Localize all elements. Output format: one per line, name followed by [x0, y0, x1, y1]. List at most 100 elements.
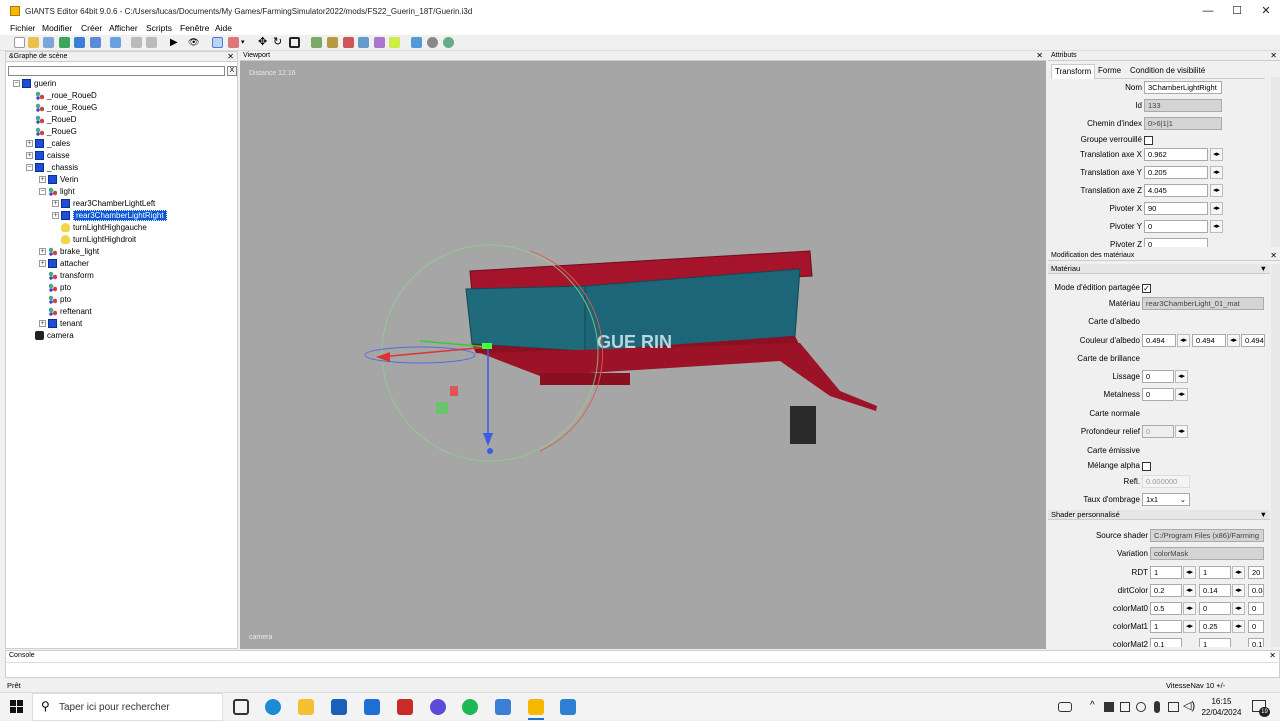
color-mat2-input-2[interactable]: 1 — [1199, 638, 1231, 647]
menu-creer[interactable]: Créer — [81, 23, 102, 33]
albedo-g-input[interactable]: 0.494 — [1192, 334, 1226, 347]
expand-toggle[interactable]: + — [52, 212, 59, 219]
rotate-x-input[interactable]: 90 — [1144, 202, 1208, 215]
foliage-icon[interactable] — [327, 37, 338, 48]
locked-group-checkbox[interactable] — [1144, 136, 1153, 145]
alpha-blend-checkbox[interactable] — [1142, 462, 1151, 471]
translation-y-stepper[interactable]: ◂▸ — [1210, 166, 1223, 179]
mail-icon[interactable] — [364, 699, 380, 715]
task-view-icon[interactable] — [233, 699, 249, 715]
save-icon[interactable] — [74, 37, 85, 48]
materials-scrollbar[interactable] — [1271, 264, 1280, 647]
rdt-stepper-2[interactable]: ◂▸ — [1232, 566, 1245, 579]
translation-z-stepper[interactable]: ◂▸ — [1210, 184, 1223, 197]
rdt-input-3[interactable]: 20 — [1248, 566, 1264, 579]
expand-toggle[interactable]: + — [39, 248, 46, 255]
color-mat0-input-2[interactable]: 0 — [1199, 602, 1231, 615]
menu-aide[interactable]: Aide — [215, 23, 232, 33]
translation-y-input[interactable]: 0.205 — [1144, 166, 1208, 179]
dirt-color-input-1[interactable]: 0.2 — [1150, 584, 1182, 597]
color-mat0-stepper-2[interactable]: ◂▸ — [1232, 602, 1245, 615]
albedo-b-input[interactable]: 0.494 — [1241, 334, 1265, 347]
tree-node[interactable]: tenant — [48, 318, 82, 330]
menu-fenetre[interactable]: Fenêtre — [180, 23, 209, 33]
smoothness-input[interactable]: 0 — [1142, 370, 1174, 383]
console-close-icon[interactable]: ✕ — [1269, 651, 1276, 661]
rotate-x-stepper[interactable]: ◂▸ — [1210, 202, 1223, 215]
filter-clear-button[interactable]: X — [227, 66, 237, 76]
metalness-input[interactable]: 0 — [1142, 388, 1174, 401]
tree-node[interactable]: _cales — [35, 138, 70, 150]
expand-toggle[interactable]: + — [39, 260, 46, 267]
shared-edit-checkbox[interactable]: ✓ — [1142, 284, 1151, 293]
weight-paint-icon[interactable] — [374, 37, 385, 48]
dirt-color-input-2[interactable]: 0.14 — [1199, 584, 1231, 597]
save-as-icon[interactable] — [90, 37, 101, 48]
variation-field[interactable]: colorMask — [1150, 547, 1264, 560]
photos-icon[interactable] — [495, 699, 511, 715]
dirt-color-stepper-1[interactable]: ◂▸ — [1183, 584, 1196, 597]
file-explorer-icon[interactable] — [298, 699, 314, 715]
expand-toggle[interactable]: + — [39, 176, 46, 183]
chevron-up-icon[interactable]: ^ — [1090, 700, 1095, 711]
tree-node[interactable]: _RoueG — [35, 126, 77, 138]
rdt-input-2[interactable]: 1 — [1199, 566, 1231, 579]
tree-node[interactable]: _RoueD — [35, 114, 76, 126]
menu-fichier[interactable]: Fichier — [10, 23, 36, 33]
tree-node[interactable]: light — [48, 186, 75, 198]
open-folder-icon[interactable] — [28, 37, 39, 48]
paint-tool-icon[interactable] — [228, 37, 239, 48]
attributes-close-icon[interactable]: ✕ — [1270, 51, 1277, 61]
eye-icon[interactable]: 👁 — [188, 37, 199, 48]
app-red-icon[interactable] — [397, 699, 413, 715]
expand-toggle[interactable]: + — [52, 200, 59, 207]
tree-node[interactable]: _roue_RoueD — [35, 90, 97, 102]
minimize-button[interactable]: — — [1198, 3, 1218, 19]
dirt-color-input-3[interactable]: 0.08 — [1248, 584, 1264, 597]
menu-scripts[interactable]: Scripts — [146, 23, 172, 33]
onedrive-icon[interactable] — [1136, 702, 1146, 712]
render-icon[interactable] — [411, 37, 422, 48]
shader-source-field[interactable]: C:/Program Files (x86)/Farming — [1150, 529, 1264, 542]
translation-x-stepper[interactable]: ◂▸ — [1210, 148, 1223, 161]
rotate-y-input[interactable]: 0 — [1144, 220, 1208, 233]
maximize-button[interactable]: ☐ — [1227, 3, 1247, 19]
move-tool-icon[interactable]: ✥ — [258, 37, 269, 48]
rotate-tool-icon[interactable]: ↻ — [273, 37, 284, 48]
tree-node[interactable]: pto — [48, 294, 71, 306]
albedo-g-stepper[interactable]: ◂▸ — [1227, 334, 1240, 347]
windows-start-icon[interactable] — [10, 700, 23, 713]
translation-z-input[interactable]: 4.045 — [1144, 184, 1208, 197]
close-button[interactable]: ✕ — [1256, 3, 1276, 19]
rotate-z-input[interactable]: 0 — [1144, 238, 1208, 247]
volume-icon[interactable]: ◁) — [1183, 699, 1195, 712]
color-mat1-stepper-1[interactable]: ◂▸ — [1183, 620, 1196, 633]
select-tool-icon[interactable] — [212, 37, 223, 48]
edge-icon[interactable] — [265, 699, 281, 715]
expand-toggle[interactable]: − — [39, 188, 46, 195]
tree-node[interactable]: turnLightHighdroit — [61, 234, 136, 246]
expand-toggle[interactable]: + — [26, 152, 33, 159]
open-recent-icon[interactable] — [43, 37, 54, 48]
name-input[interactable]: 3ChamberLightRight — [1144, 81, 1222, 94]
network-icon[interactable] — [1168, 702, 1179, 712]
tree-node[interactable]: transform — [48, 270, 94, 282]
tab-forme[interactable]: Forme — [1098, 66, 1121, 75]
tree-node[interactable]: reftenant — [48, 306, 92, 318]
plugin-icon[interactable] — [443, 37, 454, 48]
redo-icon[interactable] — [146, 37, 157, 48]
vertex-paint-icon[interactable] — [358, 37, 369, 48]
color-mat2-input-3[interactable]: 0.1 — [1248, 638, 1264, 647]
undo-icon[interactable] — [131, 37, 142, 48]
scene-graph-close-icon[interactable]: ✕ — [227, 52, 234, 62]
spotify-icon[interactable] — [462, 699, 478, 715]
tree-node[interactable]: caisse — [35, 150, 70, 162]
relief-depth-stepper[interactable]: ◂▸ — [1175, 425, 1188, 438]
color-mat1-input-1[interactable]: 1 — [1150, 620, 1182, 633]
browser-icon[interactable] — [430, 699, 446, 715]
tab-visibility-condition[interactable]: Condition de visibilité — [1130, 66, 1205, 75]
albedo-r-input[interactable]: 0.494 — [1142, 334, 1176, 347]
rdt-stepper-1[interactable]: ◂▸ — [1183, 566, 1196, 579]
expand-toggle[interactable]: − — [13, 80, 20, 87]
tree-node[interactable]: Verin — [48, 174, 78, 186]
